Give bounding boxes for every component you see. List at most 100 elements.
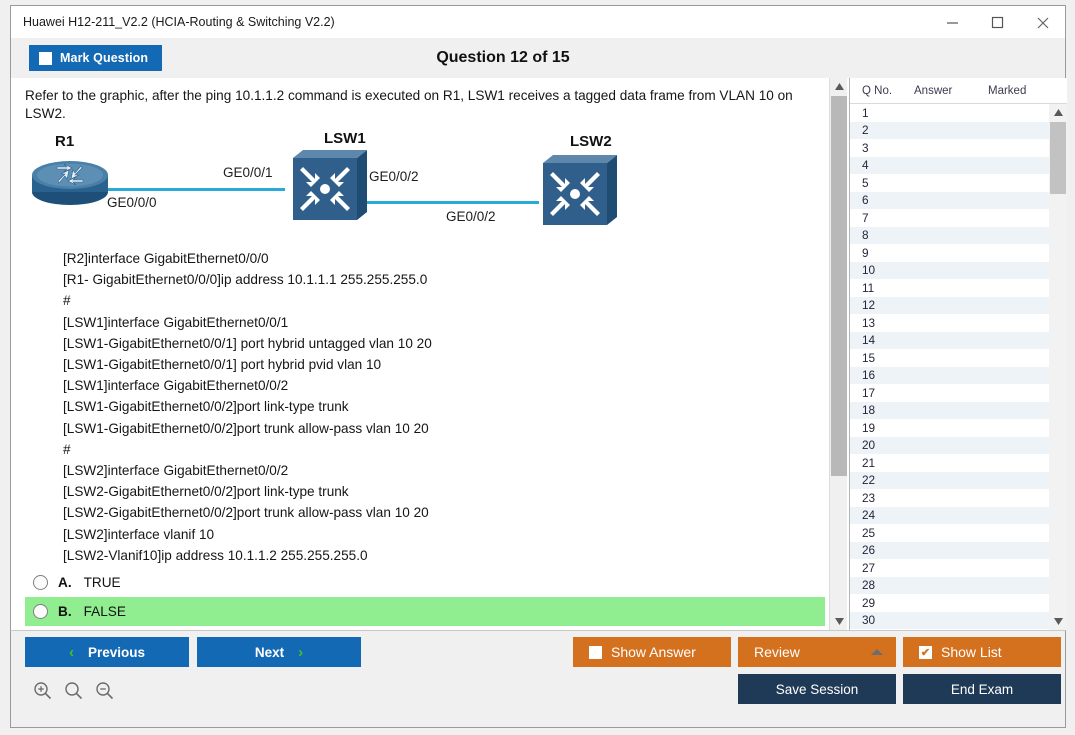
answer-letter: A. bbox=[58, 575, 72, 590]
review-dropdown[interactable]: Review bbox=[738, 637, 896, 667]
table-row[interactable]: 8 bbox=[850, 227, 1049, 245]
cell-q-no: 23 bbox=[850, 491, 912, 505]
question-pane-scrollbar[interactable] bbox=[829, 78, 847, 630]
table-row[interactable]: 10 bbox=[850, 262, 1049, 280]
table-row[interactable]: 9 bbox=[850, 244, 1049, 262]
show-list-checkbox[interactable]: ✔ bbox=[919, 646, 932, 659]
chevron-right-icon: › bbox=[298, 644, 303, 661]
router-icon-r1 bbox=[27, 155, 113, 207]
table-row[interactable]: 11 bbox=[850, 279, 1049, 297]
cell-q-no: 2 bbox=[850, 123, 912, 137]
table-row[interactable]: 28 bbox=[850, 577, 1049, 595]
port-label-lsw1-ge002: GE0/0/2 bbox=[369, 169, 419, 184]
bottom-toolbar: ‹ Previous Next › Show Answer Review ✔ S… bbox=[10, 630, 1066, 728]
table-row[interactable]: 5 bbox=[850, 174, 1049, 192]
table-row[interactable]: 27 bbox=[850, 559, 1049, 577]
table-row[interactable]: 15 bbox=[850, 349, 1049, 367]
cell-q-no: 22 bbox=[850, 473, 912, 487]
table-row[interactable]: 22 bbox=[850, 472, 1049, 490]
zoom-out-icon[interactable] bbox=[95, 681, 114, 705]
table-row[interactable]: 30 bbox=[850, 612, 1049, 630]
table-row[interactable]: 26 bbox=[850, 542, 1049, 560]
minimize-icon[interactable] bbox=[930, 6, 975, 39]
end-exam-button[interactable]: End Exam bbox=[903, 674, 1061, 704]
network-topology-diagram: R1 GE0/0/0 GE0/0/1 LSW1 bbox=[17, 133, 657, 248]
next-button[interactable]: Next › bbox=[197, 637, 361, 667]
config-line: [R2]interface GigabitEthernet0/0/0 bbox=[63, 248, 432, 269]
chevron-left-icon: ‹ bbox=[69, 644, 74, 661]
config-line: [LSW2]interface vlanif 10 bbox=[63, 524, 432, 545]
table-row[interactable]: 21 bbox=[850, 454, 1049, 472]
config-line: [LSW2-GigabitEthernet0/0/2]port trunk al… bbox=[63, 502, 432, 523]
show-answer-checkbox[interactable] bbox=[589, 646, 602, 659]
table-row[interactable]: 19 bbox=[850, 419, 1049, 437]
answer-options: A.TRUE B. FALSE bbox=[25, 568, 825, 626]
save-session-button[interactable]: Save Session bbox=[738, 674, 896, 704]
switch-icon-lsw2 bbox=[533, 155, 617, 233]
previous-button[interactable]: ‹ Previous bbox=[25, 637, 189, 667]
table-row[interactable]: 3 bbox=[850, 139, 1049, 157]
cell-q-no: 19 bbox=[850, 421, 912, 435]
cell-q-no: 7 bbox=[850, 211, 912, 225]
table-row[interactable]: 7 bbox=[850, 209, 1049, 227]
table-row[interactable]: 4 bbox=[850, 157, 1049, 175]
table-row[interactable]: 2 bbox=[850, 122, 1049, 140]
question-pane: Refer to the graphic, after the ping 10.… bbox=[11, 78, 829, 630]
table-row[interactable]: 25 bbox=[850, 524, 1049, 542]
list-scrollbar-thumb[interactable] bbox=[1050, 122, 1066, 194]
end-exam-label: End Exam bbox=[951, 682, 1013, 697]
table-row[interactable]: 16 bbox=[850, 367, 1049, 385]
config-line: [LSW2-GigabitEthernet0/0/2]port link-typ… bbox=[63, 481, 432, 502]
cell-q-no: 18 bbox=[850, 403, 912, 417]
table-row[interactable]: 6 bbox=[850, 192, 1049, 210]
scrollbar-thumb[interactable] bbox=[831, 96, 847, 476]
question-list-panel: Q No. Answer Marked 12345678910111213141… bbox=[849, 78, 1067, 630]
next-label: Next bbox=[255, 645, 284, 660]
table-row[interactable]: 24 bbox=[850, 507, 1049, 525]
device-label-r1: R1 bbox=[55, 133, 74, 150]
maximize-icon[interactable] bbox=[975, 6, 1020, 39]
table-row[interactable]: 14 bbox=[850, 332, 1049, 350]
answer-text: FALSE bbox=[84, 604, 126, 619]
cell-q-no: 4 bbox=[850, 158, 912, 172]
table-row[interactable]: 12 bbox=[850, 297, 1049, 315]
answer-radio[interactable] bbox=[33, 575, 48, 590]
show-list-button[interactable]: ✔ Show List bbox=[903, 637, 1061, 667]
show-answer-button[interactable]: Show Answer bbox=[573, 637, 731, 667]
question-list-scrollbar[interactable] bbox=[1049, 104, 1067, 630]
answer-letter: B. bbox=[58, 604, 72, 619]
question-list-body[interactable]: 1234567891011121314151617181920212223242… bbox=[850, 104, 1049, 630]
table-row[interactable]: 1 bbox=[850, 104, 1049, 122]
answer-option[interactable]: B. FALSE bbox=[25, 597, 825, 626]
zoom-reset-icon[interactable] bbox=[64, 681, 83, 705]
window-title-bar: Huawei H12-211_V2.2 (HCIA-Routing & Swit… bbox=[10, 5, 1066, 38]
question-list-header: Q No. Answer Marked bbox=[850, 78, 1067, 104]
answer-radio[interactable] bbox=[33, 604, 48, 619]
list-scroll-down-icon[interactable] bbox=[1049, 613, 1067, 630]
table-row[interactable]: 18 bbox=[850, 402, 1049, 420]
table-row[interactable]: 29 bbox=[850, 594, 1049, 612]
port-label-lsw2-ge002: GE0/0/2 bbox=[446, 209, 496, 224]
column-header-answer: Answer bbox=[914, 85, 988, 97]
scroll-up-icon[interactable] bbox=[830, 78, 848, 95]
cell-q-no: 16 bbox=[850, 368, 912, 382]
table-row[interactable]: 17 bbox=[850, 384, 1049, 402]
list-scroll-up-icon[interactable] bbox=[1049, 104, 1067, 121]
table-row[interactable]: 23 bbox=[850, 489, 1049, 507]
zoom-in-icon[interactable] bbox=[33, 681, 52, 705]
config-line: # bbox=[63, 290, 432, 311]
exam-application-window: Huawei H12-211_V2.2 (HCIA-Routing & Swit… bbox=[0, 0, 1075, 735]
config-line: [LSW1-GigabitEthernet0/0/1] port hybrid … bbox=[63, 333, 432, 354]
device-label-lsw2: LSW2 bbox=[570, 133, 612, 150]
config-line: [LSW2-Vlanif10]ip address 10.1.1.2 255.2… bbox=[63, 545, 432, 566]
answer-option[interactable]: A.TRUE bbox=[25, 568, 825, 597]
config-line: [LSW1-GigabitEthernet0/0/1] port hybrid … bbox=[63, 354, 432, 375]
table-row[interactable]: 20 bbox=[850, 437, 1049, 455]
table-row[interactable]: 13 bbox=[850, 314, 1049, 332]
config-line: [R1- GigabitEthernet0/0/0]ip address 10.… bbox=[63, 269, 432, 290]
save-session-label: Save Session bbox=[776, 682, 859, 697]
scroll-down-icon[interactable] bbox=[830, 613, 848, 630]
review-label: Review bbox=[754, 644, 800, 660]
close-icon[interactable] bbox=[1020, 6, 1065, 39]
cell-q-no: 14 bbox=[850, 333, 912, 347]
